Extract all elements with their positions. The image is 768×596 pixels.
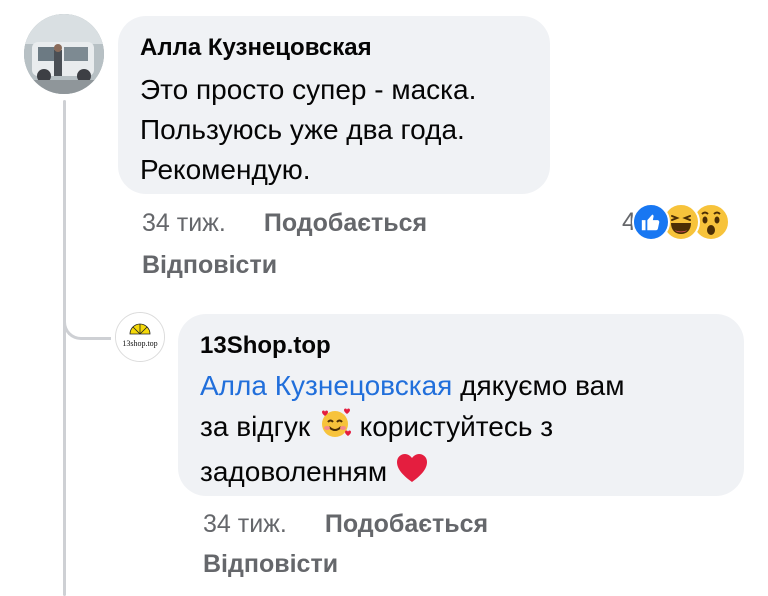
reply-text-line: Алла Кузнецовская дякуємо вам [200, 366, 720, 406]
reply-text-part: за відгук [200, 410, 318, 442]
reply-author[interactable]: 13Shop.top [200, 332, 331, 360]
reply-button[interactable]: Відповісти [142, 251, 277, 280]
mention-link[interactable]: Алла Кузнецовская [200, 370, 452, 401]
reply-text-part: задоволенням [200, 455, 395, 487]
smiling-face-with-hearts-emoji [318, 406, 352, 451]
reply-bubble: 13Shop.top Алла Кузнецовская дякуємо вам… [178, 314, 744, 496]
comment-actions: 34 тиж. Подобається [142, 209, 427, 238]
comment-author[interactable]: Алла Кузнецовская [140, 34, 372, 62]
reply-text: Алла Кузнецовская дякуємо вам за відгук … [200, 366, 720, 496]
thread-line [63, 100, 66, 596]
comment-text: Это просто супер - маска. Пользуюсь уже … [140, 70, 540, 190]
logo-text: 13shop.top [122, 339, 157, 348]
comment-timestamp[interactable]: 34 тиж. [142, 209, 226, 237]
reactions-summary[interactable]: 4 [622, 203, 730, 241]
like-button[interactable]: Подобається [325, 510, 488, 538]
reply-timestamp[interactable]: 34 тиж. [203, 510, 287, 538]
user-photo [24, 14, 104, 94]
comment-text-line: Пользуюсь уже два года. [140, 114, 465, 145]
reply-text-line: задоволенням [200, 451, 720, 496]
reply-text-line: за відгук користуйтесь з [200, 406, 720, 451]
comment-text-line: Это просто супер - маска. [140, 74, 477, 105]
comment-bubble: Алла Кузнецовская Это просто супер - мас… [118, 16, 550, 194]
like-icon [631, 203, 670, 241]
avatar[interactable] [24, 14, 104, 94]
page-avatar[interactable]: 13shop.top [115, 312, 165, 362]
reply-text-part: користуйтесь з [351, 410, 554, 442]
red-heart-emoji [395, 451, 429, 496]
shop-logo: 13shop.top [116, 313, 164, 361]
comment-text-line: Рекомендую. [140, 154, 311, 185]
reply-actions: 34 тиж. Подобається [203, 510, 488, 539]
reply-text-part: дякуємо вам [452, 370, 625, 401]
like-button[interactable]: Подобається [264, 209, 427, 237]
reply-connector [63, 300, 111, 340]
reply-button[interactable]: Відповісти [203, 550, 338, 579]
